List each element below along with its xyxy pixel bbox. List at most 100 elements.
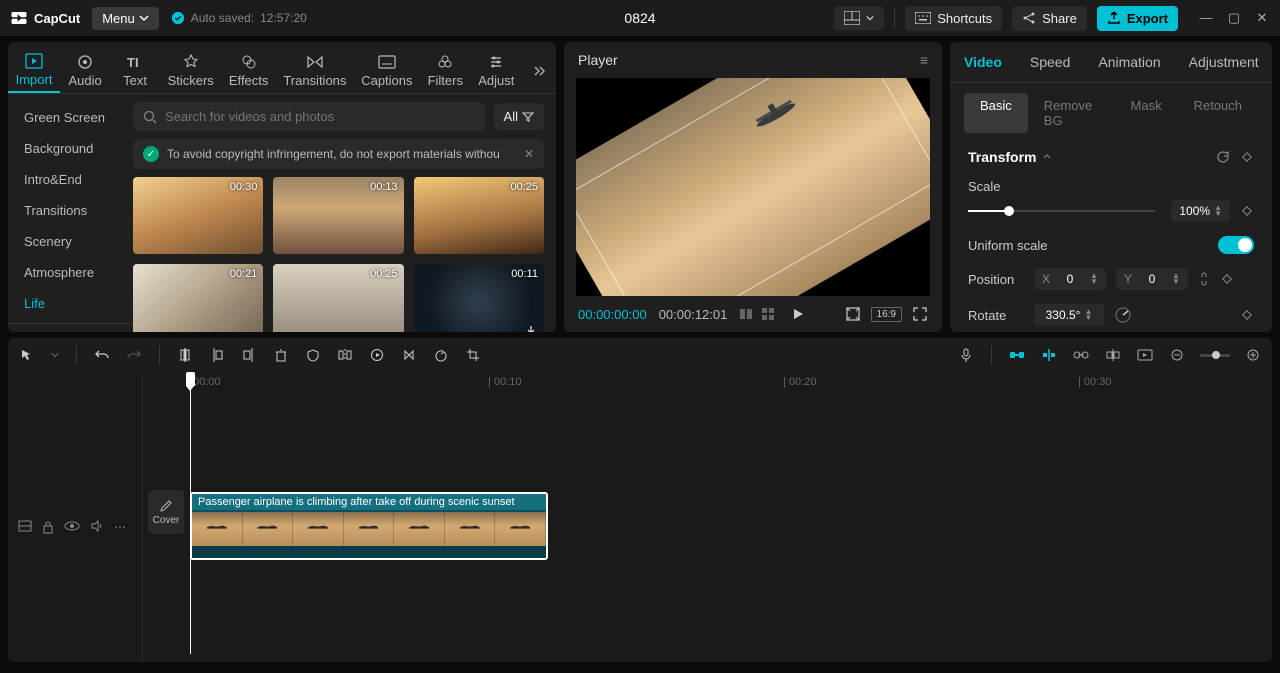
position-x-input[interactable]: X0▲▼ xyxy=(1034,268,1106,290)
subtab-retouch[interactable]: Retouch xyxy=(1178,93,1258,133)
download-icon[interactable] xyxy=(524,324,538,332)
share-button[interactable]: Share xyxy=(1012,6,1087,31)
rail-tab-text[interactable]: TIText xyxy=(110,49,160,92)
timeline-ruler[interactable]: 00:00 | 00:10 | 00:20 | 00:30 xyxy=(143,372,1272,394)
rail-tab-filters[interactable]: Filters xyxy=(420,49,471,92)
close-warning-button[interactable]: ✕ xyxy=(524,147,534,161)
inspector-tab-adjustment[interactable]: Adjustment xyxy=(1175,42,1273,82)
position-y-input[interactable]: Y0▲▼ xyxy=(1116,268,1188,290)
rail-more-button[interactable] xyxy=(522,64,556,78)
sidebar-item-green-screen[interactable]: Green Screen xyxy=(8,102,133,133)
close-button[interactable]: ✕ xyxy=(1254,10,1270,26)
split-left-tool[interactable] xyxy=(208,346,226,364)
rail-tab-adjust[interactable]: Adjust xyxy=(471,49,522,92)
rotate-value-box[interactable]: 330.5°▲▼ xyxy=(1034,304,1104,326)
mic-button[interactable] xyxy=(957,346,975,364)
maximize-button[interactable]: ▢ xyxy=(1226,10,1242,26)
pointer-dropdown[interactable] xyxy=(50,346,60,364)
media-thumb[interactable]: 00:30 xyxy=(133,177,263,254)
link-tracks-button[interactable] xyxy=(1072,346,1090,364)
snap-button[interactable] xyxy=(1040,346,1058,364)
subtab-mask[interactable]: Mask xyxy=(1115,93,1178,133)
copyright-warning: ✓ To avoid copyright infringement, do no… xyxy=(133,139,544,169)
scale-slider[interactable] xyxy=(968,210,1155,212)
media-thumb[interactable]: 00:25 xyxy=(273,264,403,332)
search-box[interactable] xyxy=(133,102,486,131)
subtab-basic[interactable]: Basic xyxy=(964,93,1028,133)
grid-icon[interactable] xyxy=(761,307,775,321)
sidebar-item-transitions[interactable]: Transitions xyxy=(8,195,133,226)
pointer-tool[interactable] xyxy=(18,346,36,364)
sidebar-item-intro-end[interactable]: Intro&End xyxy=(8,164,133,195)
align-button[interactable] xyxy=(1104,346,1122,364)
uniform-scale-toggle[interactable] xyxy=(1218,236,1254,254)
rail-tab-import[interactable]: Import xyxy=(8,48,60,93)
split-right-tool[interactable] xyxy=(240,346,258,364)
minimize-button[interactable]: — xyxy=(1198,10,1214,26)
sidebar-item-background[interactable]: Background xyxy=(8,133,133,164)
timeline-tracks[interactable]: 00:00 | 00:10 | 00:20 | 00:30 Passenger … xyxy=(143,372,1272,662)
collapse-icon[interactable] xyxy=(1042,152,1052,162)
track-mute-icon[interactable] xyxy=(90,520,104,532)
zoom-in-button[interactable] xyxy=(1244,346,1262,364)
flip-h-tool[interactable] xyxy=(400,346,418,364)
sidebar-item-brand-assets[interactable]: ▸ Brand assets xyxy=(8,323,133,332)
play-button[interactable] xyxy=(791,307,805,321)
track-more[interactable]: ⋯ xyxy=(114,520,126,534)
media-thumb[interactable]: 00:13 xyxy=(273,177,403,254)
sidebar-item-life[interactable]: Life xyxy=(8,288,133,319)
scale-fit-icon[interactable] xyxy=(845,306,861,322)
track-lock-icon[interactable] xyxy=(42,520,54,534)
compare-icon[interactable] xyxy=(739,307,753,321)
crop-tool[interactable] xyxy=(464,346,482,364)
player-menu-button[interactable]: ≡ xyxy=(920,52,928,68)
magnet-button[interactable] xyxy=(1008,346,1026,364)
keyframe-icon[interactable] xyxy=(1240,204,1254,218)
fullscreen-icon[interactable] xyxy=(912,306,928,322)
reset-icon[interactable] xyxy=(1216,150,1230,164)
sidebar-item-atmosphere[interactable]: Atmosphere xyxy=(8,257,133,288)
subtab-remove-bg[interactable]: Remove BG xyxy=(1028,93,1115,133)
speed-tool[interactable] xyxy=(368,346,386,364)
search-input[interactable] xyxy=(165,109,476,124)
player-viewport[interactable] xyxy=(576,78,930,296)
video-clip[interactable]: Passenger airplane is climbing after tak… xyxy=(190,492,548,560)
media-thumb[interactable]: 00:11 xyxy=(414,264,544,332)
menu-button[interactable]: Menu xyxy=(92,7,159,30)
keyframe-icon[interactable] xyxy=(1240,150,1254,164)
rail-tab-audio[interactable]: Audio xyxy=(60,49,110,92)
media-thumb[interactable]: 00:25 xyxy=(414,177,544,254)
sidebar-item-scenery[interactable]: Scenery xyxy=(8,226,133,257)
zoom-slider[interactable] xyxy=(1200,354,1230,357)
rail-tab-stickers[interactable]: Stickers xyxy=(160,49,221,92)
export-button[interactable]: Export xyxy=(1097,6,1178,31)
split-tool[interactable] xyxy=(176,346,194,364)
keyframe-icon[interactable] xyxy=(1240,308,1254,322)
inspector-tab-video[interactable]: Video xyxy=(950,42,1016,82)
preview-track-button[interactable] xyxy=(1136,346,1154,364)
link-icon[interactable] xyxy=(1198,272,1210,286)
filter-all-button[interactable]: All xyxy=(494,103,544,130)
rotate-tool[interactable] xyxy=(432,346,450,364)
zoom-out-button[interactable] xyxy=(1168,346,1186,364)
shield-tool[interactable] xyxy=(304,346,322,364)
shortcuts-button[interactable]: Shortcuts xyxy=(905,6,1002,31)
undo-button[interactable] xyxy=(93,346,111,364)
track-collapse-icon[interactable] xyxy=(18,520,32,532)
rail-tab-effects[interactable]: Effects xyxy=(221,49,276,92)
delete-tool[interactable] xyxy=(272,346,290,364)
scale-value-box[interactable]: 100%▲▼ xyxy=(1171,200,1230,222)
keyframe-icon[interactable] xyxy=(1220,272,1234,286)
rail-tab-captions[interactable]: Captions xyxy=(354,49,420,92)
track-visibility-icon[interactable] xyxy=(64,520,80,532)
mirror-tool[interactable] xyxy=(336,346,354,364)
media-thumb[interactable]: 00:21 xyxy=(133,264,263,332)
layout-button[interactable] xyxy=(834,6,884,30)
rotate-dial-icon[interactable] xyxy=(1114,306,1132,324)
redo-button[interactable] xyxy=(125,346,143,364)
inspector-tab-speed[interactable]: Speed xyxy=(1016,42,1084,82)
inspector-tab-animation[interactable]: Animation xyxy=(1084,42,1174,82)
playhead[interactable] xyxy=(190,372,191,654)
rail-tab-transitions[interactable]: Transitions xyxy=(276,49,354,92)
aspect-ratio[interactable]: 16:9 xyxy=(871,307,902,322)
